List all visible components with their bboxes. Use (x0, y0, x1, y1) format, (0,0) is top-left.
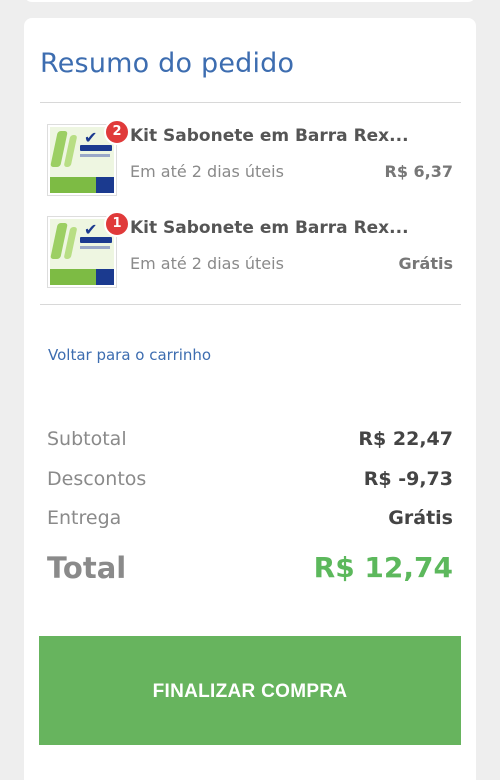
previous-card-edge (24, 0, 476, 2)
brand-check-icon: ✔ (84, 220, 98, 239)
subtotal-label: Subtotal (47, 428, 127, 450)
discounts-label: Descontos (47, 468, 147, 490)
delivery-estimate: Em até 2 dias úteis (130, 254, 284, 273)
package-text-line (80, 154, 110, 157)
items-divider (40, 304, 461, 305)
discounts-value: R$ -9,73 (363, 468, 453, 490)
back-to-cart-link[interactable]: Voltar para o carrinho (48, 346, 211, 364)
total-label: Total (47, 551, 127, 585)
item-price: R$ 6,37 (384, 162, 454, 181)
package-count-badge (96, 177, 114, 193)
order-summary-card: Resumo do pedido ✔ 2 Kit Sabonete em Bar… (24, 18, 476, 780)
quantity-badge: 2 (104, 119, 130, 145)
subtotal-value: R$ 22,47 (358, 428, 453, 450)
package-text-line (80, 246, 110, 249)
top-divider (40, 102, 461, 103)
order-summary-title: Resumo do pedido (40, 48, 295, 79)
product-name[interactable]: Kit Sabonete em Barra Rex... (130, 218, 409, 238)
quantity-badge: 1 (104, 211, 130, 237)
order-item[interactable]: ✔ 1 Kit Sabonete em Barra Rex... Em até … (40, 211, 461, 292)
order-item[interactable]: ✔ 2 Kit Sabonete em Barra Rex... Em até … (40, 119, 461, 200)
checkout-button[interactable]: FINALIZAR COMPRA (39, 636, 461, 745)
package-count-badge (96, 269, 114, 285)
product-name[interactable]: Kit Sabonete em Barra Rex... (130, 126, 409, 146)
total-value: R$ 12,74 (313, 551, 453, 584)
brand-check-icon: ✔ (84, 128, 98, 147)
delivery-value: Grátis (388, 507, 453, 529)
brand-logo (80, 145, 112, 151)
delivery-estimate: Em até 2 dias úteis (130, 162, 284, 181)
item-price: Grátis (398, 254, 453, 273)
brand-logo (80, 237, 112, 243)
delivery-label: Entrega (47, 507, 122, 529)
